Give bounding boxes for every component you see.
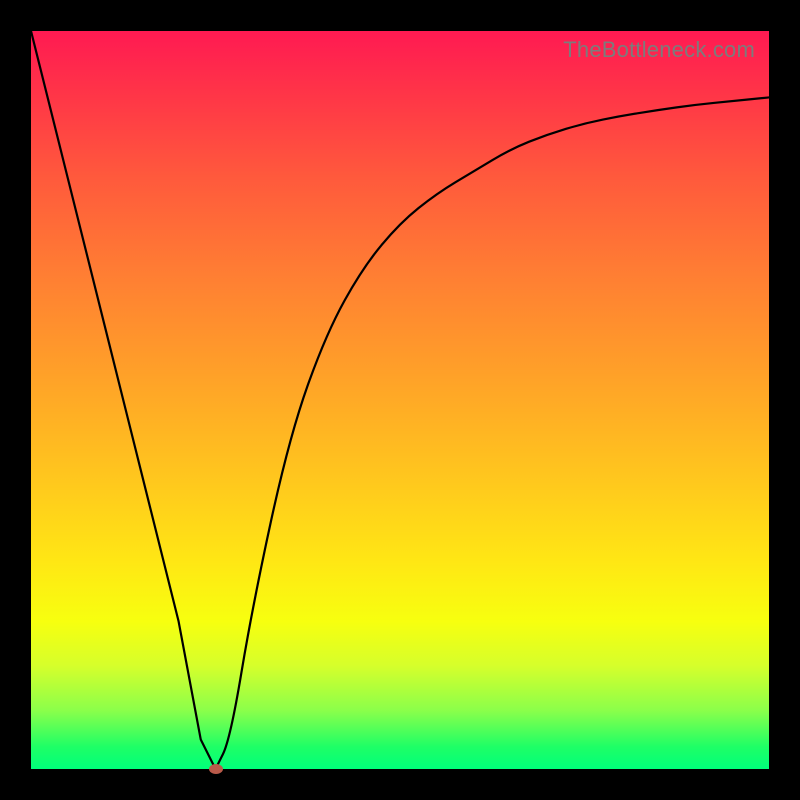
curve-svg	[31, 31, 769, 769]
watermark-text: TheBottleneck.com	[563, 37, 755, 63]
plot-area: TheBottleneck.com	[31, 31, 769, 769]
chart-frame: TheBottleneck.com	[0, 0, 800, 800]
bottleneck-curve-path	[31, 31, 769, 769]
minimum-marker	[209, 764, 223, 774]
